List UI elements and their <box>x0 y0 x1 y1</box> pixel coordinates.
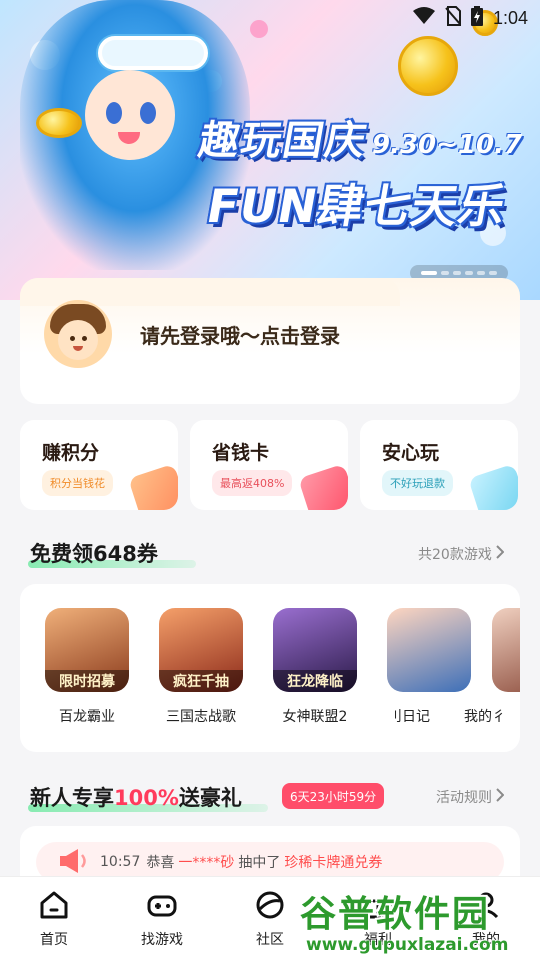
game-item[interactable] <box>492 608 520 692</box>
coin-icon <box>36 108 82 138</box>
game-item[interactable]: 刂日记 <box>384 608 474 726</box>
free-games-list[interactable]: 限时招募 百龙霸业 疯狂千抽 三国志战歌 狂龙降临 女神联盟2 刂日记 我的彳 <box>20 584 520 752</box>
star-card-icon <box>128 463 178 510</box>
game-name: 女神联盟2 <box>282 709 348 725</box>
ticker-time: 10:57 <box>100 854 141 870</box>
character-face <box>85 70 175 160</box>
nav-find-games[interactable]: 找游戏 <box>117 889 207 949</box>
feature-title: 安心玩 <box>382 442 440 464</box>
planet-icon <box>254 891 286 925</box>
feature-title: 赚积分 <box>42 442 100 464</box>
character-goggles <box>98 36 208 70</box>
indicator-dot <box>421 271 437 275</box>
ticker-pre: 恭喜 <box>146 855 175 871</box>
banner-title: 趣玩国庆 <box>195 118 372 164</box>
nav-label: 首页 <box>40 932 68 948</box>
newcomer-title-pre: 新人专享 <box>30 786 114 810</box>
game-item[interactable]: 疯狂千抽 三国志战歌 <box>156 608 246 726</box>
feature-tag: 最高返408% <box>212 470 293 496</box>
game-item[interactable]: 限时招募 百龙霸业 <box>42 608 132 726</box>
section-title-newcomer: 新人专享100%送豪礼 <box>30 782 242 812</box>
game-name: 我的彳 <box>464 709 506 725</box>
activity-rules-link[interactable]: 活动规则 <box>436 787 505 807</box>
no-sim-icon <box>445 6 461 30</box>
newcomer-title-post: 送豪礼 <box>178 786 242 810</box>
character-eye <box>140 102 156 124</box>
chevron-right-icon <box>496 788 505 806</box>
avatar-face <box>58 320 98 360</box>
indicator-dot <box>489 271 497 275</box>
banner-date: 9.30~10.7 <box>372 130 523 160</box>
newcomer-title-highlight: 100% <box>114 786 179 810</box>
chevron-right-icon <box>496 545 505 563</box>
home-icon <box>38 891 70 925</box>
game-badge: 狂龙降临 <box>273 670 357 692</box>
ticker-user: 一****砂 <box>178 855 235 871</box>
indicator-dot <box>453 271 461 275</box>
game-icon: 限时招募 <box>45 608 129 692</box>
game-icon <box>492 608 520 692</box>
ticker-mid: 抽中了 <box>238 855 281 871</box>
game-badge: 疯狂千抽 <box>159 670 243 692</box>
wifi-icon <box>412 7 435 29</box>
battery-icon <box>470 6 483 30</box>
login-prompt[interactable]: 请先登录哦～点击登录 <box>140 320 340 349</box>
avatar-eye <box>82 336 87 341</box>
feature-safe-play[interactable]: 安心玩 不好玩退款 <box>360 420 518 510</box>
game-name: 百龙霸业 <box>59 709 115 725</box>
status-bar: 1:04 <box>0 0 540 36</box>
game-item[interactable]: 狂龙降临 女神联盟2 <box>270 608 360 726</box>
nav-home[interactable]: 首页 <box>9 889 99 949</box>
feature-save-card[interactable]: 省钱卡 最高返408% <box>190 420 348 510</box>
card-icon <box>298 463 348 510</box>
game-name: 刂日记 <box>388 709 430 725</box>
watermark-text: 谷普软件园 <box>300 894 491 935</box>
game-name: 三国志战歌 <box>166 709 236 725</box>
feature-title: 省钱卡 <box>212 442 270 464</box>
banner-subtitle: FUN肆七天乐 <box>202 179 511 233</box>
activity-rules-label: 活动规则 <box>436 790 492 806</box>
game-icon: 疯狂千抽 <box>159 608 243 692</box>
all-games-link[interactable]: 共20款游戏 <box>418 544 505 564</box>
game-icon <box>387 608 471 692</box>
section-title-free-coupons: 免费领648券 <box>30 542 158 566</box>
avatar-eye <box>70 336 75 341</box>
gamepad-icon <box>146 895 178 925</box>
feature-tag: 积分当钱花 <box>42 470 113 496</box>
all-games-link-label: 共20款游戏 <box>418 547 492 563</box>
nav-label: 找游戏 <box>141 932 183 948</box>
ticker-prize: 珍稀卡牌通兑券 <box>284 855 383 871</box>
coin-icon <box>398 36 458 96</box>
avatar[interactable] <box>44 300 112 368</box>
promo-banner[interactable]: 趣玩国庆 9.30~10.7 FUN肆七天乐 <box>0 0 540 300</box>
indicator-dot <box>441 271 449 275</box>
megaphone-icon <box>56 846 90 876</box>
feature-earn-points[interactable]: 赚积分 积分当钱花 <box>20 420 178 510</box>
indicator-dot <box>477 271 485 275</box>
indicator-dot <box>465 271 473 275</box>
game-badge: 限时招募 <box>45 670 129 692</box>
countdown-badge: 6天23小时59分 <box>282 783 385 809</box>
feature-tag: 不好玩退款 <box>382 470 453 496</box>
diamond-icon <box>468 463 518 510</box>
status-time: 1:04 <box>492 7 528 28</box>
login-card[interactable]: 请先登录哦～点击登录 <box>20 278 520 404</box>
character-eye <box>106 102 122 124</box>
watermark-url: www.gupuxlazai.com <box>306 935 509 955</box>
watermark-logo: 谷普软件园 www.gupuxlazai.com <box>300 885 540 960</box>
game-icon: 狂龙降临 <box>273 608 357 692</box>
